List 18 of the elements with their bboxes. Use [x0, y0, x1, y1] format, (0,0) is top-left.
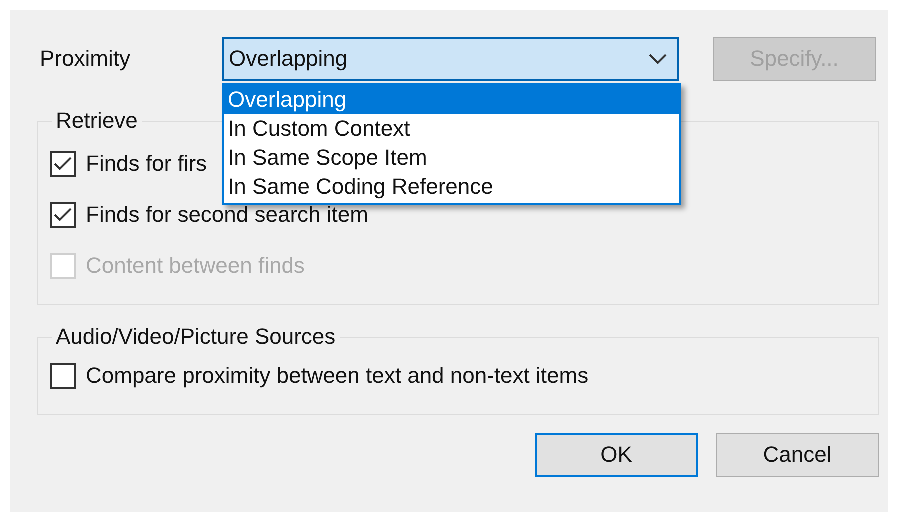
proximity-label: Proximity [39, 46, 132, 72]
checkbox-label: Compare proximity between text and non-text items [86, 363, 589, 389]
proximity-dropdown[interactable]: Overlapping [222, 37, 679, 81]
dropdown-option[interactable]: In Custom Context [224, 114, 679, 143]
dialog-button[interactable]: OK [535, 433, 698, 477]
checkbox[interactable] [50, 202, 76, 228]
chevron-down-icon [649, 54, 667, 64]
checkbox-label: Content between finds [86, 253, 305, 279]
checkbox[interactable] [50, 363, 76, 389]
dialog-button[interactable]: Cancel [716, 433, 879, 477]
dropdown-option[interactable]: In Same Coding Reference [224, 172, 679, 201]
dropdown-option[interactable]: In Same Scope Item [224, 143, 679, 172]
dropdown-option[interactable]: Overlapping [224, 85, 679, 114]
check-icon [54, 157, 72, 171]
checkbox-label: Finds for firs [86, 151, 208, 177]
check-icon [54, 208, 72, 222]
checkbox[interactable] [50, 151, 76, 177]
checkbox-label: Finds for second search item [86, 202, 368, 228]
